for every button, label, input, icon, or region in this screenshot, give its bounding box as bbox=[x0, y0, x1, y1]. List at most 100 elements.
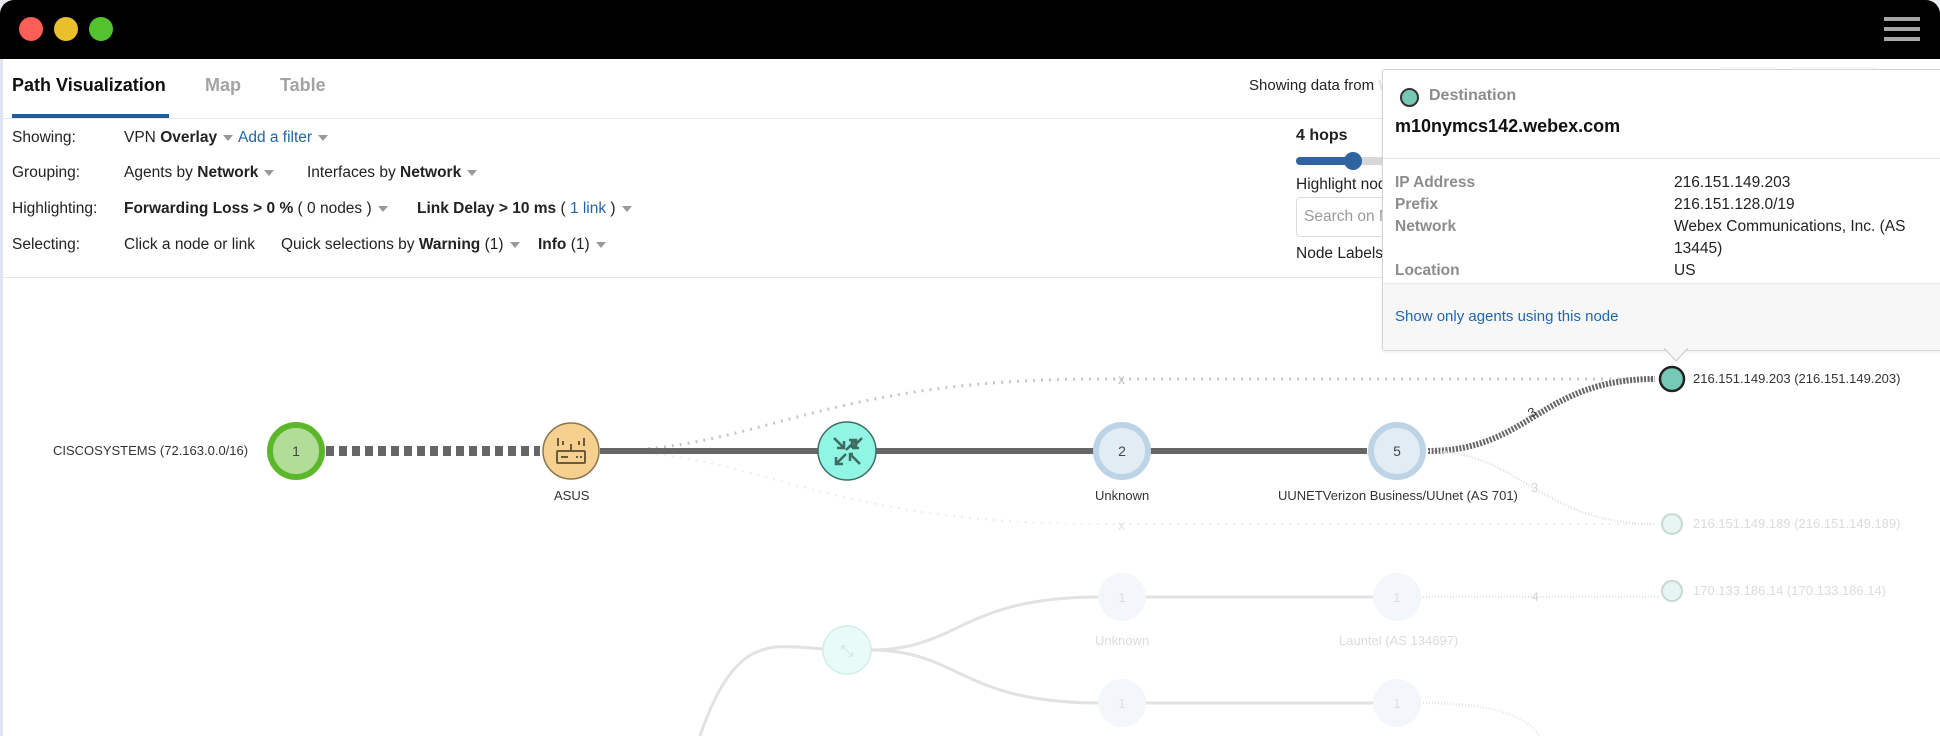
link-x-mark: x bbox=[1118, 371, 1125, 387]
close-window-button[interactable] bbox=[19, 17, 43, 41]
popup-row-location: Location US bbox=[1395, 260, 1935, 282]
destination-node[interactable] bbox=[1661, 580, 1683, 602]
chevron-down-icon bbox=[264, 169, 275, 176]
faded-group-node[interactable]: 1 bbox=[1098, 573, 1146, 621]
asus-node-label: ASUS bbox=[554, 488, 590, 503]
faded-node-count: 1 bbox=[1393, 696, 1400, 711]
forwarding-loss-dropdown[interactable]: Forwarding Loss > 0 % ( 0 nodes ) bbox=[124, 200, 388, 218]
showing-value-bold: Overlay bbox=[160, 129, 218, 146]
info-label: Info bbox=[538, 236, 567, 253]
link-delay-value: Link Delay > 10 ms bbox=[417, 200, 557, 217]
chevron-down-icon bbox=[318, 134, 329, 141]
faded-node-count: 1 bbox=[1118, 696, 1125, 711]
detail-value: Webex Communications, Inc. (AS 13445) bbox=[1674, 218, 1906, 257]
destination-label: 216.151.149.203 (216.151.149.203) bbox=[1693, 371, 1901, 386]
link-hop-count: 3 bbox=[1531, 480, 1538, 495]
destination-label: 216.151.149.189 (216.151.149.189) bbox=[1693, 516, 1901, 531]
title-bar bbox=[0, 0, 1940, 59]
info-count: (1) bbox=[566, 236, 590, 253]
destination-node[interactable] bbox=[1661, 513, 1683, 535]
hops-min-label: 4 hops bbox=[1296, 127, 1348, 144]
faded-node-count: 1 bbox=[1118, 590, 1125, 605]
unknown-group-node[interactable]: 2 bbox=[1093, 422, 1151, 480]
chevron-down-icon bbox=[509, 241, 520, 248]
warning-count: (1) bbox=[480, 236, 504, 253]
destination-label: 170.133.186.14 (170.133.186.14) bbox=[1693, 583, 1887, 598]
faded-node-label: Launtel (AS 134697) bbox=[1339, 633, 1459, 648]
showing-label: Showing: bbox=[12, 129, 76, 146]
detail-key: Network bbox=[1395, 218, 1457, 235]
popup-node-type: Destination bbox=[1429, 87, 1517, 104]
vpn-router-node[interactable] bbox=[817, 421, 877, 481]
unknown-node-label: Unknown bbox=[1095, 488, 1150, 503]
agents-grouping-prefix: Agents by bbox=[124, 164, 198, 181]
chevron-down-icon bbox=[621, 205, 632, 212]
active-tab-indicator bbox=[12, 114, 169, 118]
hamburger-icon[interactable] bbox=[1884, 17, 1920, 43]
uunet-node-label: UUNETVerizon Business/UUnet (AS 701) bbox=[1278, 488, 1518, 503]
link-delay-open: ( bbox=[556, 200, 570, 217]
link-delay-dropdown[interactable]: Link Delay > 10 ms ( 1 link ) bbox=[417, 200, 632, 218]
quick-selections-info-dropdown[interactable]: Info (1) bbox=[538, 236, 606, 254]
showing-dropdown[interactable]: VPN Overlay bbox=[124, 129, 234, 147]
asus-node[interactable] bbox=[542, 422, 600, 480]
interfaces-grouping-value: Network bbox=[400, 164, 462, 181]
popup-row-ip: IP Address 216.151.149.203 bbox=[1395, 172, 1935, 194]
data-range-prefix: Showing data from bbox=[1249, 77, 1379, 94]
popup-header: Destination m10nymcs142.webex.com bbox=[1383, 70, 1940, 159]
detail-value: 216.151.128.0/19 bbox=[1674, 196, 1795, 213]
agents-grouping-dropdown[interactable]: Agents by Network bbox=[124, 164, 275, 182]
minimize-window-button[interactable] bbox=[54, 17, 78, 41]
faded-node-count: 1 bbox=[1393, 590, 1400, 605]
app-window: Path Visualization Map Table Showing dat… bbox=[0, 0, 1940, 736]
interfaces-grouping-dropdown[interactable]: Interfaces by Network bbox=[307, 164, 478, 182]
faded-group-node[interactable]: 1 bbox=[1373, 679, 1421, 727]
node-details-popup: Destination m10nymcs142.webex.com IP Add… bbox=[1382, 69, 1940, 351]
faded-node-label: Unknown bbox=[1095, 633, 1150, 648]
add-filter-dropdown[interactable]: Add a filter bbox=[238, 129, 329, 147]
link-hop-count: 4 bbox=[1532, 590, 1539, 604]
tab-table[interactable]: Table bbox=[280, 75, 326, 96]
show-only-agents-link[interactable]: Show only agents using this node bbox=[1395, 308, 1618, 325]
faded-group-node[interactable]: 1 bbox=[1098, 679, 1146, 727]
agent-label: CISCOSYSTEMS (72.163.0.0/16) bbox=[53, 443, 249, 458]
selecting-label: Selecting: bbox=[12, 236, 81, 253]
tab-map[interactable]: Map bbox=[205, 75, 241, 96]
chevron-down-icon bbox=[467, 169, 478, 176]
agent-node-count: 1 bbox=[292, 443, 300, 459]
detail-value: US bbox=[1674, 262, 1696, 279]
link-delay-count-link[interactable]: 1 link bbox=[570, 200, 606, 217]
detail-key: Prefix bbox=[1395, 196, 1439, 213]
add-filter-link[interactable]: Add a filter bbox=[238, 129, 312, 146]
destination-node-selected[interactable] bbox=[1658, 365, 1686, 393]
popup-pointer-inner bbox=[1664, 347, 1688, 360]
hops-slider-handle[interactable] bbox=[1343, 152, 1362, 170]
interfaces-grouping-prefix: Interfaces by bbox=[307, 164, 401, 181]
forwarding-loss-count: ( 0 nodes ) bbox=[293, 200, 372, 217]
collapse-arrows-icon: ⤡ bbox=[841, 641, 854, 660]
warning-label: Warning bbox=[418, 236, 481, 253]
uunet-node-count: 5 bbox=[1393, 443, 1401, 459]
uunet-group-node[interactable]: 5 bbox=[1368, 422, 1426, 480]
highlight-prefix: Highlight nod bbox=[1296, 176, 1387, 193]
detail-value: 216.151.149.203 bbox=[1674, 174, 1791, 191]
forwarding-loss-value: Forwarding Loss > 0 % bbox=[124, 200, 294, 217]
quick-selections-warning-dropdown[interactable]: Quick selections by Warning (1) bbox=[281, 236, 520, 254]
unknown-node-count: 2 bbox=[1118, 443, 1126, 459]
popup-row-prefix: Prefix 216.151.128.0/19 bbox=[1395, 194, 1935, 216]
agent-node[interactable]: 1 bbox=[267, 422, 325, 480]
faded-group-node[interactable]: 1 bbox=[1373, 573, 1421, 621]
node-labels-prefix: Node Labels bbox=[1296, 245, 1384, 262]
link-delay-close: ) bbox=[606, 200, 616, 217]
chevron-down-icon bbox=[377, 205, 388, 212]
maximize-window-button[interactable] bbox=[89, 17, 113, 41]
popup-row-network: Network Webex Communications, Inc. (AS 13… bbox=[1395, 216, 1935, 260]
chevron-down-icon bbox=[223, 134, 234, 141]
quick-selections-prefix: Quick selections by bbox=[281, 236, 419, 253]
grouping-label: Grouping: bbox=[12, 164, 81, 181]
selection-hint: Click a node or link bbox=[124, 236, 255, 253]
link-x-mark: x bbox=[1118, 517, 1125, 533]
tab-path-visualization[interactable]: Path Visualization bbox=[12, 75, 166, 96]
faded-router-node[interactable]: ⤡ bbox=[822, 625, 872, 675]
search-placeholder: Search on N bbox=[1304, 208, 1391, 225]
